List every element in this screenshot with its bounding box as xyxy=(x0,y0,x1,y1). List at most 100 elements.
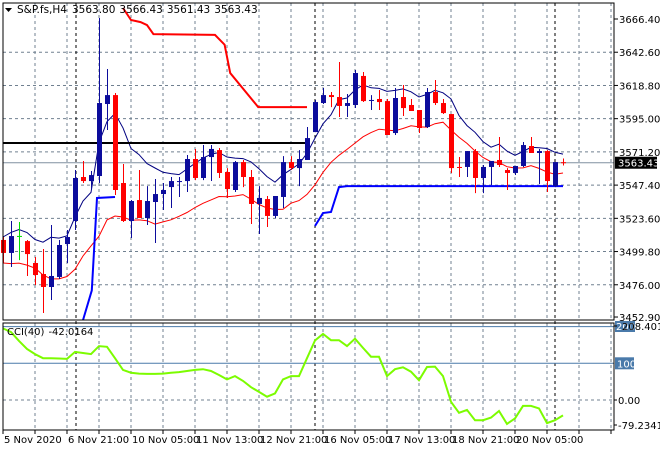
candle-body xyxy=(273,195,278,216)
candle-body xyxy=(497,159,502,166)
candle xyxy=(89,171,94,190)
candle xyxy=(465,151,470,178)
candle-body xyxy=(201,157,206,178)
candle-body xyxy=(457,166,462,168)
candle-body xyxy=(369,99,374,101)
candle xyxy=(409,98,414,111)
candle xyxy=(185,154,190,192)
axes: 3666.403642.603618.803595.003571.203547.… xyxy=(2,2,660,446)
candle xyxy=(313,99,318,133)
candle xyxy=(81,160,86,184)
candle-body xyxy=(233,162,238,190)
candle-body xyxy=(449,114,454,169)
candle-body xyxy=(433,92,438,104)
candle-body xyxy=(281,162,286,197)
candle xyxy=(17,221,22,261)
y-tick-label: 3618.80 xyxy=(619,81,660,92)
candle xyxy=(321,87,326,105)
candle xyxy=(305,127,310,160)
cci-pane xyxy=(2,326,614,426)
candle-body xyxy=(113,95,118,190)
candle xyxy=(561,158,566,166)
x-tick-label: 16 Nov 05:00 xyxy=(324,435,391,446)
current-price-label: 3563.43 xyxy=(618,159,659,170)
candle-body xyxy=(425,92,430,128)
candle-body xyxy=(313,102,318,133)
x-tick-label: 17 Nov 13:00 xyxy=(388,435,455,446)
candle-body xyxy=(65,237,70,245)
candle-body xyxy=(489,160,494,167)
candle xyxy=(57,239,62,280)
candle-body xyxy=(73,177,78,221)
candle-body xyxy=(385,101,390,135)
candle-body xyxy=(481,166,486,178)
candle-body xyxy=(57,244,62,277)
candle-body xyxy=(17,235,22,237)
candle-body xyxy=(97,103,102,177)
price-chart[interactable]: 3666.403642.603618.803595.003571.203547.… xyxy=(0,0,660,450)
collapse-triangle-icon[interactable] xyxy=(5,8,12,12)
candle-body xyxy=(193,159,198,178)
y-tick-label: 3595.00 xyxy=(619,115,660,126)
candle xyxy=(481,165,486,194)
y-tick-label: 3523.60 xyxy=(619,214,660,225)
candle-body xyxy=(89,175,94,182)
candle xyxy=(249,170,254,225)
candle xyxy=(425,87,430,129)
cci-name: CCI(40) xyxy=(7,327,45,338)
candle-body xyxy=(537,151,542,154)
candle xyxy=(217,147,222,178)
candle xyxy=(289,156,294,171)
candle-body xyxy=(305,138,310,160)
x-tick-label: 11 Nov 13:00 xyxy=(196,435,263,446)
candle xyxy=(521,141,526,167)
header-high: 3566.43 xyxy=(119,4,162,16)
candle xyxy=(457,157,462,178)
y-tick-label: 3666.40 xyxy=(619,15,660,26)
x-tick-label: 18 Nov 21:00 xyxy=(452,435,519,446)
candle xyxy=(449,114,454,173)
candle-body xyxy=(265,199,270,216)
candle-body xyxy=(409,104,414,111)
candle xyxy=(489,160,494,185)
candle-body xyxy=(257,197,262,204)
candle xyxy=(233,160,238,192)
y-tick-label: 3499.80 xyxy=(619,248,660,259)
candle-body xyxy=(353,73,358,105)
candle-body xyxy=(401,97,406,109)
candle xyxy=(113,92,118,196)
candle-body xyxy=(129,201,134,221)
candle-body xyxy=(513,165,518,173)
candle xyxy=(345,93,350,117)
candles xyxy=(1,18,566,313)
candle-body xyxy=(377,98,382,103)
header-open: 3563.80 xyxy=(72,4,115,16)
candle xyxy=(41,249,46,313)
candle xyxy=(129,200,134,239)
candle-body xyxy=(521,145,526,166)
y-tick-label: 3547.40 xyxy=(619,181,660,192)
candle-body xyxy=(289,162,294,169)
x-tick-label: 10 Nov 05:00 xyxy=(132,435,199,446)
header-close: 3563.43 xyxy=(214,4,257,16)
candle xyxy=(329,92,334,108)
candle xyxy=(281,156,286,209)
candle-body xyxy=(529,146,534,154)
y-tick-label: 3642.60 xyxy=(619,48,660,59)
candle-body xyxy=(561,162,566,164)
candle xyxy=(9,220,14,268)
candle xyxy=(273,195,278,219)
cci-title: CCI(40) -42.0164 xyxy=(7,327,93,338)
candle-body xyxy=(553,162,558,187)
candle xyxy=(513,165,518,176)
candle xyxy=(225,168,230,198)
x-tick-label: 20 Nov 05:00 xyxy=(516,435,583,446)
candle xyxy=(257,186,262,234)
candle-body xyxy=(337,97,342,106)
candle-body xyxy=(185,159,190,182)
candle-body xyxy=(49,275,54,288)
candle-body xyxy=(225,171,230,190)
candle xyxy=(105,68,110,130)
candle xyxy=(417,110,422,134)
candle xyxy=(121,164,126,222)
